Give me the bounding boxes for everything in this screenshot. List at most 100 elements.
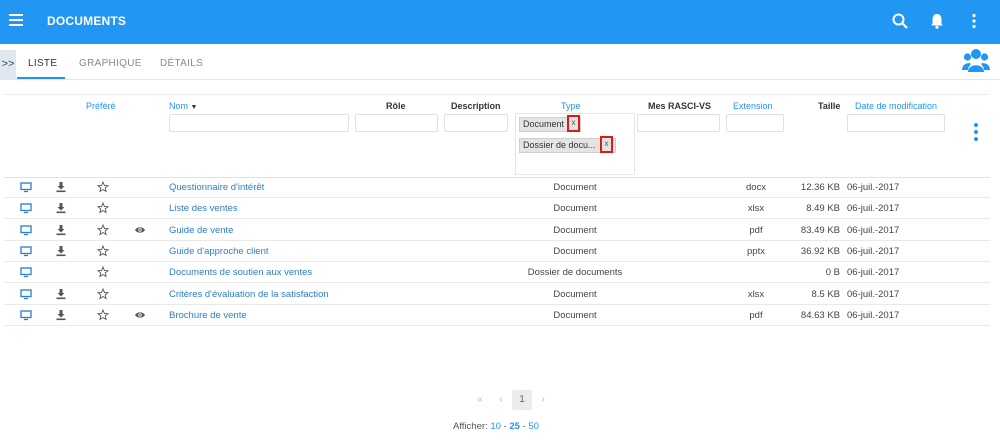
- tab-details[interactable]: DÉTAILS: [160, 58, 203, 69]
- filter-rasci-input[interactable]: [637, 114, 720, 132]
- monitor-icon[interactable]: [20, 266, 32, 278]
- header-rasci[interactable]: Mes RASCI-VS: [648, 101, 711, 111]
- remove-filter-chip-dossier[interactable]: x: [600, 136, 613, 153]
- active-tab-indicator: [17, 77, 65, 79]
- more-vert-icon[interactable]: [965, 12, 983, 30]
- document-date: 06-juil.-2017: [847, 182, 900, 193]
- document-name-link[interactable]: Brochure de vente: [169, 310, 247, 321]
- document-type: Document: [553, 182, 597, 193]
- document-type: Document: [553, 224, 597, 236]
- bell-icon[interactable]: [928, 12, 946, 30]
- next-page-button[interactable]: ›: [533, 390, 553, 410]
- table-row[interactable]: Brochure de vente Document pdf 84.63 KB 06-j…: [4, 305, 990, 326]
- header-role[interactable]: Rôle: [386, 101, 406, 111]
- table-row[interactable]: Liste des ventes Document xlsx 8.49 KB 06-ju…: [4, 198, 990, 220]
- document-date: 06-juil.-2017: [847, 224, 900, 236]
- document-name-link[interactable]: Guide d'approche client: [169, 246, 269, 257]
- filter-chip-label: Document: [523, 119, 565, 129]
- document-name-link[interactable]: Liste des ventes: [169, 203, 238, 214]
- filter-chip-label: Dossier de docu...: [523, 140, 596, 150]
- document-name-link[interactable]: Guide de vente: [169, 225, 233, 236]
- monitor-icon[interactable]: [20, 224, 32, 236]
- page-size-25[interactable]: 25: [509, 421, 520, 432]
- header-description[interactable]: Description: [451, 101, 501, 111]
- filter-extension-input[interactable]: [726, 114, 784, 132]
- view-tabs: >> LISTE GRAPHIQUE DÉTAILS: [0, 45, 1000, 80]
- tab-liste[interactable]: LISTE: [28, 58, 57, 69]
- document-date: 06-juil.-2017: [847, 245, 900, 257]
- users-group-icon[interactable]: [962, 48, 990, 74]
- download-icon[interactable]: [55, 245, 67, 257]
- header-extension[interactable]: Extension: [733, 101, 773, 111]
- header-date[interactable]: Date de modification: [855, 101, 937, 111]
- page-size-selector: Afficher: 10 - 25 - 50: [453, 421, 539, 432]
- download-icon[interactable]: [55, 181, 67, 193]
- document-type: Dossier de documents: [527, 267, 623, 279]
- filter-role-input[interactable]: [355, 114, 438, 132]
- document-name-link[interactable]: Critères d'évaluation de la satisfaction: [169, 289, 329, 300]
- column-options-icon[interactable]: [973, 123, 979, 143]
- document-size: 84.63 KB: [800, 309, 840, 321]
- table-row[interactable]: Guide d'approche client Document pptx 36.92…: [4, 241, 990, 262]
- document-name-link[interactable]: Questionnaire d'intérêt: [169, 182, 264, 193]
- document-date: 06-juil.-2017: [847, 288, 900, 300]
- header-type[interactable]: Type: [561, 101, 581, 111]
- header-prefere[interactable]: Préféré: [86, 101, 116, 111]
- prev-page-button[interactable]: ‹: [491, 390, 511, 410]
- document-date: 06-juil.-2017: [847, 203, 900, 215]
- page-size-50[interactable]: 50: [528, 421, 539, 432]
- page-size-10[interactable]: 10: [490, 421, 501, 432]
- document-type: Document: [553, 245, 597, 257]
- tab-graphique[interactable]: GRAPHIQUE: [79, 58, 142, 69]
- download-icon[interactable]: [55, 224, 67, 236]
- type-filter-box[interactable]: Document x Dossier de docu... x: [515, 113, 635, 175]
- table-row[interactable]: Questionnaire d'intérêt Document docx 12.36…: [4, 177, 990, 198]
- page-1-button[interactable]: 1: [512, 390, 532, 410]
- expand-panel-button[interactable]: >>: [0, 50, 16, 80]
- monitor-icon[interactable]: [20, 181, 32, 193]
- star-icon[interactable]: [96, 287, 110, 300]
- star-icon[interactable]: [96, 308, 110, 321]
- remove-filter-chip-document[interactable]: x: [567, 115, 580, 132]
- top-app-bar: DOCUMENTS: [0, 0, 1000, 44]
- first-page-button[interactable]: «: [470, 390, 490, 410]
- filter-nom-input[interactable]: [169, 114, 349, 132]
- table-row[interactable]: Documents de soutien aux ventes Dossier d…: [4, 262, 990, 284]
- sort-desc-icon: ▼: [190, 104, 198, 111]
- document-size: 0 B: [825, 267, 840, 279]
- monitor-icon[interactable]: [20, 245, 32, 257]
- menu-icon[interactable]: [9, 14, 23, 26]
- document-date: 06-juil.-2017: [847, 267, 900, 279]
- eye-icon[interactable]: [134, 309, 146, 321]
- page-title: DOCUMENTS: [47, 14, 127, 28]
- header-taille[interactable]: Taille: [818, 101, 840, 111]
- star-icon[interactable]: [96, 202, 110, 214]
- star-icon[interactable]: [96, 244, 110, 257]
- monitor-icon[interactable]: [20, 309, 32, 321]
- star-icon[interactable]: [96, 223, 110, 236]
- star-icon[interactable]: [96, 180, 110, 193]
- download-icon[interactable]: [55, 309, 67, 321]
- download-icon[interactable]: [55, 288, 67, 300]
- download-icon[interactable]: [55, 202, 67, 214]
- table-row[interactable]: Guide de vente Document pdf 83.49 KB 06-juil…: [4, 220, 990, 241]
- document-size: 8.49 KB: [806, 203, 840, 215]
- monitor-icon[interactable]: [20, 202, 32, 214]
- document-size: 12.36 KB: [800, 182, 840, 193]
- monitor-icon[interactable]: [20, 288, 32, 300]
- eye-icon[interactable]: [134, 224, 146, 236]
- document-type: Document: [553, 203, 597, 215]
- document-size: 8.5 KB: [811, 288, 840, 300]
- document-name-link[interactable]: Documents de soutien aux ventes: [169, 267, 312, 278]
- search-icon[interactable]: [891, 12, 909, 30]
- document-size: 36.92 KB: [800, 245, 840, 257]
- filter-date-input[interactable]: [847, 114, 945, 132]
- star-icon[interactable]: [96, 266, 110, 278]
- document-type: Document: [553, 288, 597, 300]
- page-size-label: Afficher:: [453, 421, 488, 432]
- header-nom[interactable]: Nom ▼: [169, 101, 197, 111]
- table-row[interactable]: Critères d'évaluation de la satisfaction…: [4, 284, 990, 305]
- header-nom-label: Nom: [169, 101, 189, 111]
- filter-description-input[interactable]: [444, 114, 508, 132]
- document-type: Document: [553, 309, 597, 321]
